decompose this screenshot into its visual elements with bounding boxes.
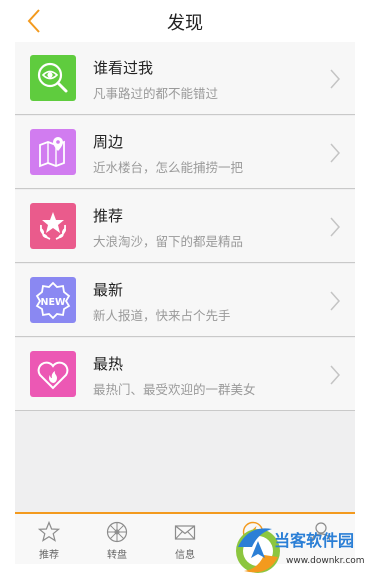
row-title: 最新: [93, 281, 124, 299]
watermark-url: www.downkr.com: [286, 556, 365, 566]
discover-list: 谁看过我 凡事路过的都不能错过 周边 近水楼台，怎么能捕捞一把 推荐 大浪淘沙，…: [15, 42, 355, 512]
star-laurel-icon: [30, 203, 76, 249]
tab-wheel[interactable]: 转盘: [83, 514, 151, 564]
wheel-icon: [106, 521, 128, 543]
discover-screen: 发现 谁看过我 凡事路过的都不能错过 周边 近水楼台，怎么能捕捞一把 推荐 大浪…: [0, 0, 369, 585]
row-title: 谁看过我: [93, 59, 154, 77]
chevron-right-icon: [330, 69, 341, 89]
row-title: 最热: [93, 355, 124, 373]
chevron-right-icon: [330, 217, 341, 237]
site-watermark: 当客软件园 www.downkr.com: [228, 513, 369, 585]
list-item-nearby[interactable]: 周边 近水楼台，怎么能捕捞一把: [15, 116, 355, 189]
row-subtitle: 新人报道，快来占个先手: [93, 308, 231, 323]
tab-recommend[interactable]: 推荐: [15, 514, 83, 564]
map-pin-icon: [30, 129, 76, 175]
tab-label: 推荐: [39, 550, 59, 561]
chevron-right-icon: [330, 291, 341, 311]
row-subtitle: 大浪淘沙，留下的都是精品: [93, 234, 244, 249]
tab-label: 信息: [175, 550, 195, 561]
eye-magnifier-icon: [30, 55, 76, 101]
row-subtitle: 最热门、最受欢迎的一群美女: [93, 382, 256, 397]
navigation-bar: 发现: [15, 0, 355, 42]
row-title: 推荐: [93, 207, 124, 225]
list-item-newest[interactable]: NEW 最新 新人报道，快来占个先手: [15, 264, 355, 337]
row-title: 周边: [93, 133, 124, 151]
chevron-right-icon: [330, 143, 341, 163]
star-outline-icon: [38, 521, 60, 542]
envelope-icon: [174, 525, 196, 540]
row-subtitle: 凡事路过的都不能错过: [93, 86, 219, 101]
tab-messages[interactable]: 信息: [151, 514, 219, 564]
list-item-hottest[interactable]: 最热 最热门、最受欢迎的一群美女: [15, 338, 355, 411]
watermark-title: 当客软件园: [274, 531, 355, 550]
page-title: 发现: [167, 13, 203, 34]
new-badge-icon: NEW: [30, 277, 76, 323]
new-badge-text: NEW: [41, 297, 66, 308]
list-item-who-viewed-me[interactable]: 谁看过我 凡事路过的都不能错过: [15, 42, 355, 115]
chevron-right-icon: [330, 365, 341, 385]
heart-flame-icon: [30, 351, 76, 397]
tab-label: 转盘: [107, 550, 127, 561]
row-subtitle: 近水楼台，怎么能捕捞一把: [93, 160, 244, 175]
list-item-recommended[interactable]: 推荐 大浪淘沙，留下的都是精品: [15, 190, 355, 263]
